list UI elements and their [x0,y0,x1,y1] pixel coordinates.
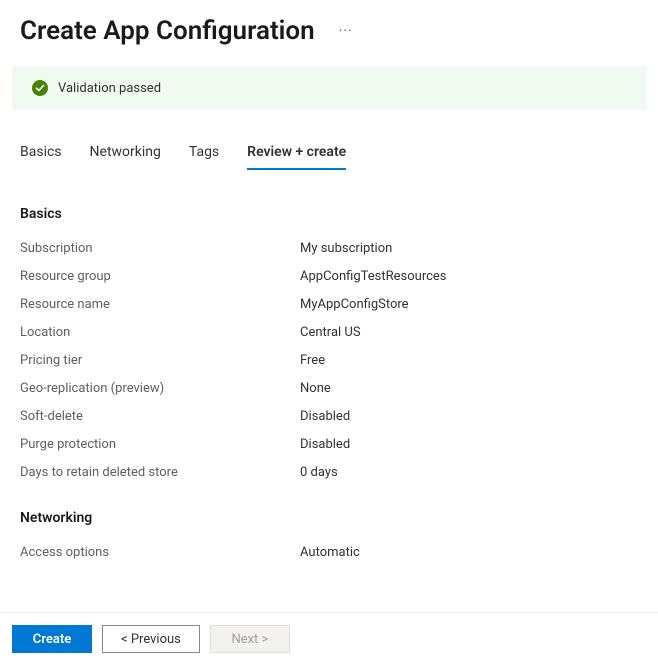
tab-bar: Basics Networking Tags Review + create [0,110,658,170]
row-access-options: Access options Automatic [20,544,638,562]
label-geo-replication: Geo-replication (preview) [20,380,300,398]
value-access-options: Automatic [300,544,360,562]
more-icon[interactable]: ··· [339,23,353,39]
next-button: Next > [210,625,290,653]
value-days-retain: 0 days [300,464,338,482]
section-title-basics: Basics [20,206,638,222]
tab-review-create[interactable]: Review + create [247,144,346,170]
tab-networking[interactable]: Networking [90,144,161,170]
row-resource-group: Resource group AppConfigTestResources [20,268,638,286]
previous-button[interactable]: < Previous [102,625,200,653]
value-soft-delete: Disabled [300,408,350,426]
label-subscription: Subscription [20,240,300,258]
label-soft-delete: Soft-delete [20,408,300,426]
value-purge-protection: Disabled [300,436,350,454]
page-title: Create App Configuration [20,16,315,46]
label-pricing-tier: Pricing tier [20,352,300,370]
row-purge-protection: Purge protection Disabled [20,436,638,454]
value-subscription: My subscription [300,240,392,258]
value-geo-replication: None [300,380,331,398]
row-location: Location Central US [20,324,638,342]
label-purge-protection: Purge protection [20,436,300,454]
row-geo-replication: Geo-replication (preview) None [20,380,638,398]
tab-tags[interactable]: Tags [189,144,219,170]
value-resource-group: AppConfigTestResources [300,268,447,286]
section-title-networking: Networking [20,510,638,526]
label-access-options: Access options [20,544,300,562]
validation-message: Validation passed [58,81,161,96]
footer-actions: Create < Previous Next > [0,612,658,665]
review-content: Basics Subscription My subscription Reso… [0,170,658,562]
success-check-icon [32,80,48,96]
row-subscription: Subscription My subscription [20,240,638,258]
page-header: Create App Configuration ··· [0,0,658,66]
value-pricing-tier: Free [300,352,325,370]
value-location: Central US [300,324,361,342]
create-button[interactable]: Create [12,625,92,653]
tab-basics[interactable]: Basics [20,144,62,170]
value-resource-name: MyAppConfigStore [300,296,409,314]
label-resource-name: Resource name [20,296,300,314]
row-soft-delete: Soft-delete Disabled [20,408,638,426]
row-pricing-tier: Pricing tier Free [20,352,638,370]
label-days-retain: Days to retain deleted store [20,464,300,482]
row-days-retain: Days to retain deleted store 0 days [20,464,638,482]
row-resource-name: Resource name MyAppConfigStore [20,296,638,314]
validation-banner: Validation passed [12,66,646,110]
label-location: Location [20,324,300,342]
label-resource-group: Resource group [20,268,300,286]
